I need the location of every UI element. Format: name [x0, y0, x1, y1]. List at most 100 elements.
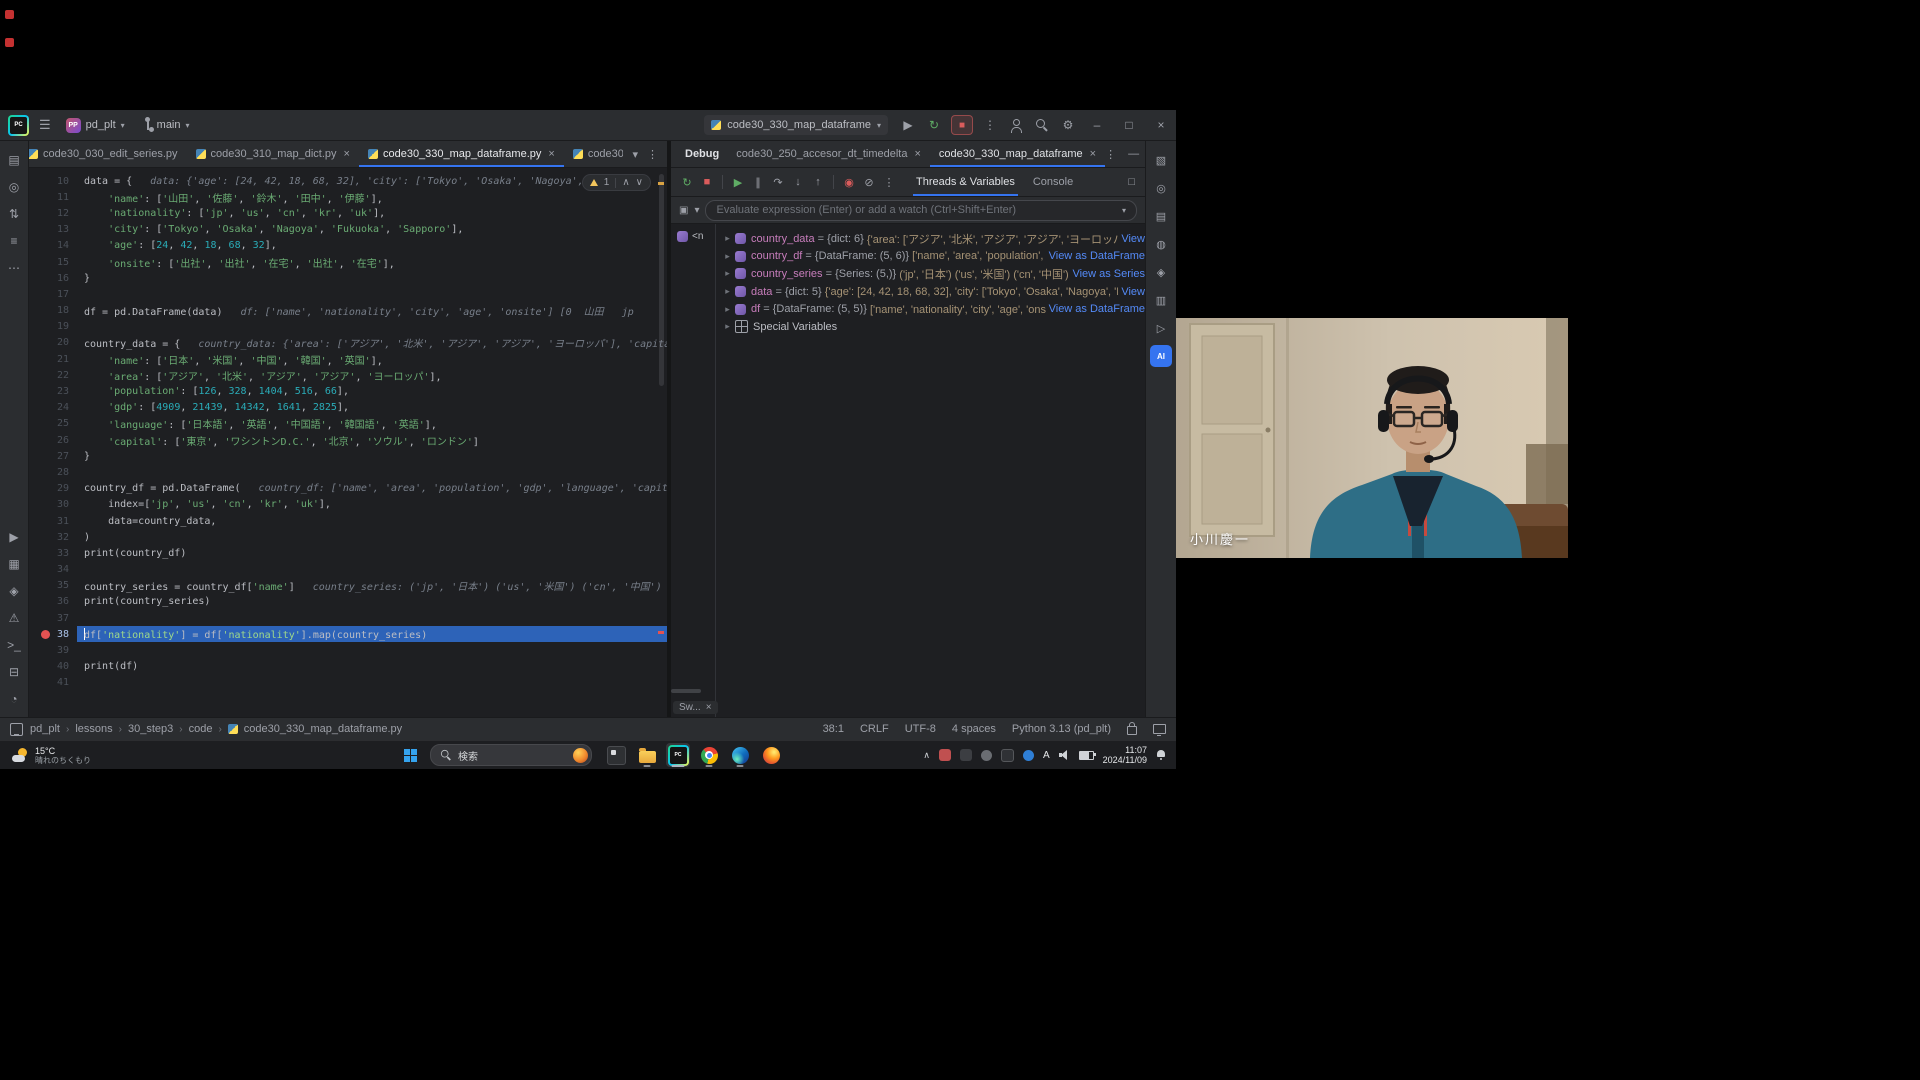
taskbar-chrome[interactable] [697, 743, 721, 767]
main-menu-icon[interactable]: ☰ [36, 117, 54, 133]
view-breakpoints-icon[interactable]: ◉ [839, 172, 859, 192]
layout-settings-icon[interactable]: □ [1128, 176, 1135, 188]
tray-camera-icon[interactable] [960, 749, 972, 761]
database-icon[interactable]: ▤ [1150, 205, 1172, 227]
variable-row[interactable]: ▸country_series = {Series: (5,)} ('jp', … [716, 265, 1145, 283]
code-line[interactable]: 11 'name': ['山田', '佐藤', '鈴木', '田中', '伊藤'… [29, 189, 667, 205]
hidden-tabs-icon[interactable]: ▾ [632, 148, 638, 161]
taskbar-firefox[interactable] [759, 743, 783, 767]
problems-icon[interactable]: ⚠ [2, 606, 26, 630]
services-icon[interactable]: ⊟ [2, 660, 26, 684]
code-line[interactable]: 41 [29, 675, 667, 691]
prev-problem-icon[interactable]: ∧ [622, 177, 629, 188]
run-configuration-selector[interactable]: code30_330_map_dataframe ▾ [704, 115, 888, 135]
code-line[interactable]: 17 [29, 286, 667, 302]
packages-icon[interactable]: ▦ [2, 552, 26, 576]
view-link[interactable]: View [1121, 233, 1145, 245]
terminal-icon[interactable]: >_ [2, 633, 26, 657]
special-variables-row[interactable]: ▸Special Variables [716, 318, 1145, 336]
code-line[interactable]: 28 [29, 464, 667, 480]
run-button[interactable]: ▶ [896, 114, 920, 136]
code-with-me-icon[interactable] [1004, 114, 1028, 136]
code-line[interactable]: 40print(df) [29, 659, 667, 675]
commit-icon[interactable]: ◎ [2, 175, 26, 199]
variable-row[interactable]: ▸country_data = {dict: 6} {'area': ['アジア… [716, 230, 1145, 248]
rerun-debug-button[interactable]: ↻ [922, 114, 946, 136]
view-link[interactable]: View as Series [1072, 268, 1145, 280]
tray-mic-icon[interactable] [981, 750, 992, 761]
code-line[interactable]: 18df = pd.DataFrame(data)df: ['name', 'n… [29, 303, 667, 319]
step-out-icon[interactable]: ↑ [808, 172, 828, 192]
tray-security-icon[interactable] [939, 749, 951, 761]
tray-bluetooth-icon[interactable] [1023, 750, 1034, 761]
code-line[interactable]: 27} [29, 448, 667, 464]
code-line[interactable]: 25 'language': ['日本語', '英語', '中国語', '韓国語… [29, 416, 667, 432]
code-line[interactable]: 14 'age': [24, 42, 18, 68, 32], [29, 238, 667, 254]
chevron-right-icon[interactable]: ▸ [721, 286, 734, 297]
editor-scrollbar[interactable] [659, 174, 664, 386]
code-line[interactable]: 24 'gdp': [4909, 21439, 14342, 1641, 282… [29, 400, 667, 416]
next-problem-icon[interactable]: ∨ [636, 177, 643, 188]
screen-share-icon[interactable] [1153, 724, 1166, 734]
close-tab-icon[interactable]: × [548, 148, 554, 160]
code-line[interactable]: 21 'name': ['日本', '米国', '中国', '韓国', '英国'… [29, 351, 667, 367]
breadcrumb-item[interactable]: lessons [75, 723, 112, 735]
code-line[interactable]: 39 [29, 642, 667, 658]
code-line[interactable]: 29country_df = pd.DataFrame(country_df: … [29, 481, 667, 497]
code-line[interactable]: 10data = {data: {'age': [24, 42, 18, 68,… [29, 173, 667, 189]
warning-stripe-mark[interactable] [658, 182, 664, 185]
taskbar-app-window[interactable] [604, 743, 628, 767]
search-everywhere-icon[interactable] [1030, 114, 1054, 136]
code-line[interactable]: 22 'area': ['アジア', '北米', 'アジア', 'アジア', '… [29, 367, 667, 383]
close-icon[interactable]: × [706, 702, 712, 713]
evaluate-expression-input[interactable]: Evaluate expression (Enter) or add a wat… [705, 200, 1137, 221]
lock-icon[interactable] [1127, 726, 1137, 735]
breakpoint-dot[interactable] [41, 630, 50, 639]
code-editor[interactable]: 10data = {data: {'age': [24, 42, 18, 68,… [29, 168, 667, 717]
code-line[interactable]: 12 'nationality': ['jp', 'us', 'cn', 'kr… [29, 205, 667, 221]
project-selector[interactable]: PP pd_plt ▾ [61, 116, 130, 135]
tray-app-icon[interactable] [1001, 749, 1014, 762]
view-link[interactable]: View [1121, 286, 1145, 298]
more-actions-icon[interactable]: ⋮ [978, 114, 1002, 136]
code-line[interactable]: 15 'onsite': ['出社', '出社', '在宅', '出社', '在… [29, 254, 667, 270]
code-line[interactable]: 13 'city': ['Tokyo', 'Osaka', 'Nagoya', … [29, 222, 667, 238]
code-line[interactable]: 19 [29, 319, 667, 335]
breadcrumb-item[interactable]: code [189, 723, 213, 735]
pull-request-icon[interactable]: ⇅ [2, 202, 26, 226]
editor-tab[interactable]: code30_040_edit_partly.py× [564, 141, 624, 167]
stop-button[interactable]: ■ [951, 115, 973, 135]
taskbar-edge[interactable] [728, 743, 752, 767]
horizontal-scrollbar[interactable] [671, 689, 701, 693]
pause-icon[interactable]: ∥ [748, 172, 768, 192]
variable-row[interactable]: ▸data = {dict: 5} {'age': [24, 42, 18, 6… [716, 283, 1145, 301]
start-button[interactable] [398, 743, 422, 767]
breadcrumb-item[interactable]: pd_plt [30, 723, 60, 735]
assistant-icon[interactable]: ◍ [1150, 233, 1172, 255]
debug-session-tab[interactable]: code30_250_accesor_dt_timedelta× [727, 141, 930, 167]
more-icon[interactable]: ⋮ [879, 172, 899, 192]
status-item[interactable]: 38:1 [823, 723, 844, 735]
plugins-icon[interactable]: ◈ [1150, 261, 1172, 283]
more-tools-icon[interactable]: ⋯ [2, 256, 26, 280]
notifications-icon[interactable]: ▧ [1150, 149, 1172, 171]
branch-selector[interactable]: main ▾ [137, 117, 195, 133]
volume-icon[interactable] [1059, 750, 1070, 760]
chevron-right-icon[interactable]: ▸ [721, 321, 734, 332]
variable-row[interactable]: ▸df = {DataFrame: (5, 5)} ['name', 'nati… [716, 300, 1145, 318]
weather-widget[interactable]: 15°C 晴れのちくもり [0, 746, 172, 765]
session-icon[interactable]: ▣ [679, 205, 688, 216]
editor-tab[interactable]: code30_310_map_dict.py× [187, 141, 359, 167]
chevron-down-icon[interactable]: ▾ [694, 205, 699, 216]
status-item[interactable]: UTF-8 [905, 723, 936, 735]
code-line[interactable]: 34 [29, 562, 667, 578]
close-tab-icon[interactable]: × [344, 148, 350, 160]
code-line[interactable]: 20country_data = {country_data: {'area':… [29, 335, 667, 351]
mute-breakpoints-icon[interactable]: ⊘ [859, 172, 879, 192]
frame-entry[interactable]: <n [677, 231, 715, 242]
breadcrumb-item[interactable]: code30_330_map_dataframe.py [244, 723, 402, 735]
debug-view-tab-console[interactable]: Console [1024, 168, 1082, 196]
step-into-icon[interactable]: ↓ [788, 172, 808, 192]
taskbar-search[interactable]: 検索 [430, 744, 592, 766]
settings-icon[interactable]: ⚙ [1056, 114, 1080, 136]
